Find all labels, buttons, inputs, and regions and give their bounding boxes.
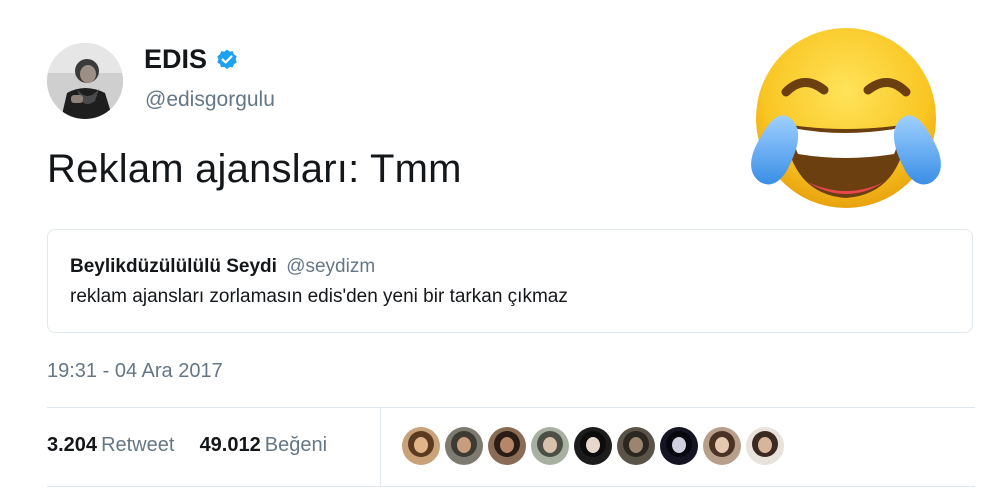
tweet-timestamp[interactable]: 19:31 - 04 Ara 2017 (47, 360, 223, 383)
author-handle[interactable]: @edisgorgulu (145, 88, 275, 112)
liker-avatar[interactable] (617, 427, 655, 465)
retweets-count: 3.204 (47, 434, 98, 456)
quoted-tweet-author-handle: @seydizm (286, 256, 376, 277)
liker-avatar[interactable] (660, 427, 698, 465)
quoted-tweet-card[interactable]: Beylikdüzülülülü Seydi @seydizm reklam a… (47, 229, 973, 333)
liker-avatar[interactable] (531, 427, 569, 465)
verified-badge-icon (215, 48, 239, 72)
liker-avatar[interactable] (402, 427, 440, 465)
face-with-tears-of-joy-icon (746, 22, 946, 217)
author-name-row: EDIS (144, 44, 239, 75)
author-display-name[interactable]: EDIS (144, 44, 207, 75)
liker-avatar[interactable] (488, 427, 526, 465)
liker-avatar[interactable] (574, 427, 612, 465)
author-avatar[interactable] (47, 43, 123, 119)
quoted-tweet-text: reklam ajansları zorlamasın edis'den yen… (70, 286, 568, 307)
likes-stat[interactable]: 49.012 Beğeni (200, 434, 327, 456)
liker-avatar[interactable] (746, 427, 784, 465)
divider (47, 407, 975, 408)
liker-avatar[interactable] (445, 427, 483, 465)
retweets-label: Retweet (101, 434, 175, 456)
divider (47, 486, 975, 487)
liker-avatar[interactable] (703, 427, 741, 465)
retweets-stat[interactable]: 3.204 Retweet (47, 434, 180, 456)
tweet-text: Reklam ajansları: Tmm (47, 147, 462, 191)
quoted-tweet-header: Beylikdüzülülülü Seydi @seydizm (70, 256, 375, 278)
likes-label: Beğeni (264, 434, 328, 456)
liker-avatars (402, 427, 789, 465)
quoted-tweet-author-name: Beylikdüzülülülü Seydi (70, 256, 277, 277)
likes-count: 49.012 (199, 434, 261, 456)
tweet-stats: 3.204 Retweet 49.012 Beğeni (47, 434, 327, 457)
divider (380, 408, 381, 486)
